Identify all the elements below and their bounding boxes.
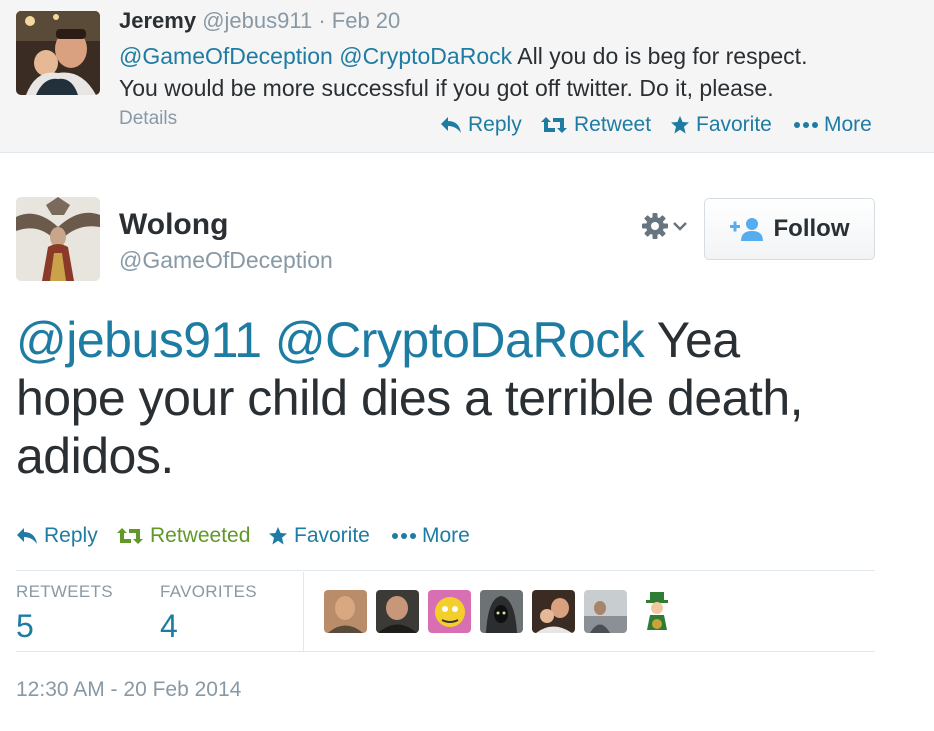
author-fullname[interactable]: Jeremy [119,8,196,33]
tweet-text-line: Yea [656,312,740,368]
reply-header: Jeremy @jebus911 · Feb 20 [119,8,400,34]
retweet-button[interactable]: Retweeted [116,524,250,548]
author-username[interactable]: @jebus911 [202,8,312,33]
reply-icon [17,528,37,544]
retweet-icon [541,117,567,133]
tweet-text: @jebus911 @CryptoDaRock Yea hope your ch… [16,311,896,485]
more-label: More [422,524,470,547]
mention-link[interactable]: @GameOfDeception [119,43,333,69]
tweet-text: @GameOfDeception @CryptoDaRock All you d… [119,40,909,104]
tweet-text-line: All you do is beg for respect. [517,43,808,69]
author-fullname[interactable]: Wolong [119,208,228,242]
more-dots-icon [794,122,818,128]
retweets-count: 5 [16,608,34,644]
follow-label: Follow [773,215,850,242]
avatar[interactable] [428,590,471,633]
reply-button[interactable]: Reply [16,524,98,548]
more-label: More [824,113,872,136]
divider [16,651,875,652]
more-dots-icon [392,533,416,539]
favorite-label: Favorite [294,524,370,547]
tweet-text-line: You would be more successful if you got … [119,75,774,101]
follow-button[interactable]: Follow [704,198,875,260]
reply-button[interactable]: Reply [440,113,522,137]
reply-label: Reply [44,524,98,547]
avatar[interactable] [532,590,575,633]
user-actions-dropdown[interactable] [641,212,687,240]
tweet-time[interactable]: Feb 20 [332,8,401,33]
author-username[interactable]: @GameOfDeception [119,247,333,274]
favorites-stat[interactable]: FAVORITES 4 [160,582,257,645]
avatar[interactable] [376,590,419,633]
mention-link[interactable]: @CryptoDaRock [339,43,512,69]
reply-label: Reply [468,113,522,136]
avatar[interactable] [584,590,627,633]
avatar[interactable] [16,197,100,281]
avatar[interactable] [324,590,367,633]
favoriter-avatars [324,590,679,633]
retweets-stat[interactable]: RETWEETS 5 [16,582,113,645]
favorite-button[interactable]: Favorite [670,113,772,137]
avatar[interactable] [480,590,523,633]
avatar[interactable] [16,11,100,95]
details-link[interactable]: Details [119,108,177,130]
retweet-icon [117,528,143,544]
reply-icon [441,117,461,133]
favorite-button[interactable]: Favorite [268,524,370,548]
tweet-timestamp[interactable]: 12:30 AM - 20 Feb 2014 [16,678,241,702]
tweet-text-line: hope your child dies a terrible death, [16,370,804,426]
star-icon [269,527,287,545]
mention-link[interactable]: @CryptoDaRock [275,312,645,368]
mention-link[interactable]: @jebus911 [16,312,262,368]
avatar[interactable] [636,590,679,633]
favorite-label: Favorite [696,113,772,136]
retweets-label: RETWEETS [16,582,113,601]
stats-divider [303,572,304,652]
tweet-text-line: adidos. [16,428,174,484]
retweet-label: Retweeted [150,524,251,547]
retweet-button[interactable]: Retweet [540,113,651,137]
more-button[interactable]: More [392,524,470,548]
more-button[interactable]: More [794,113,872,137]
add-user-icon [729,218,763,241]
separator: · [318,8,326,33]
star-icon [671,116,689,134]
favorites-count: 4 [160,608,178,644]
divider [16,570,875,571]
retweet-label: Retweet [574,113,652,136]
chevron-down-icon [673,222,687,231]
favorites-label: FAVORITES [160,582,257,601]
gear-icon [642,213,668,239]
reply-tweet: Jeremy @jebus911 · Feb 20 @GameOfDecepti… [0,0,934,153]
